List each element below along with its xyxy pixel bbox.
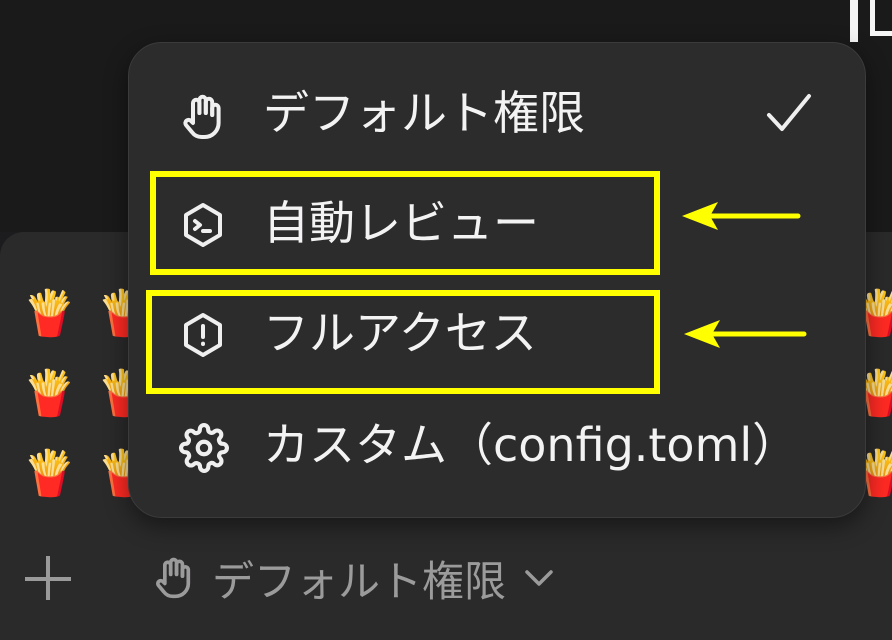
- menu-item-default-permission[interactable]: デフォルト権限: [129, 63, 867, 163]
- fries-emoji: 🍟: [22, 288, 77, 339]
- arrow-left-icon: [682, 202, 801, 230]
- checkmark-icon: [764, 91, 814, 139]
- highlight-box-auto-review: [150, 171, 660, 275]
- hand-icon: [152, 554, 196, 602]
- highlight-box-full-access: [146, 290, 660, 394]
- permission-mode-label: デフォルト権限: [212, 556, 507, 606]
- partial-glyph: [870, 0, 892, 36]
- menu-item-label: デフォルト権限: [263, 86, 585, 140]
- permission-menu: デフォルト権限 自動レビュー フルアクセス カスタム（config.toml）: [128, 42, 866, 518]
- arrow-left-icon: [684, 320, 807, 348]
- gear-icon: [179, 423, 229, 473]
- add-icon[interactable]: [22, 552, 72, 602]
- fries-emoji: 🍟: [22, 368, 77, 419]
- permission-mode-dropdown[interactable]: デフォルト権限: [152, 548, 556, 608]
- menu-item-label: カスタム（config.toml）: [263, 418, 799, 472]
- text-cursor-fragment: [850, 0, 858, 42]
- hand-icon: [179, 91, 227, 139]
- fries-emoji: 🍟: [22, 448, 77, 499]
- chevron-down-icon: [522, 566, 556, 590]
- menu-item-custom-config[interactable]: カスタム（config.toml）: [129, 395, 867, 495]
